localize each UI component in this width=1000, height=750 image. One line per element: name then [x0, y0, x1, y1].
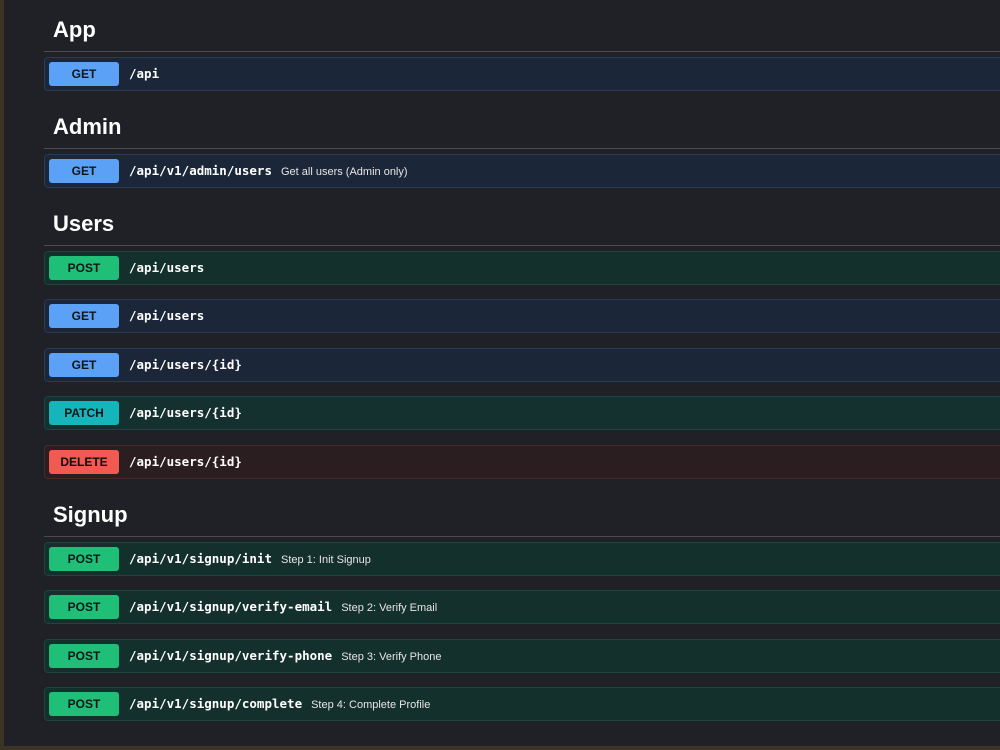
method-badge: POST	[49, 256, 119, 280]
method-badge: GET	[49, 353, 119, 377]
operation-path: /api/v1/signup/verify-email Step 2: Verif…	[129, 599, 438, 614]
section-header-app[interactable]: App	[44, 8, 1000, 52]
method-badge: PATCH	[49, 401, 119, 425]
section-header-users[interactable]: Users	[44, 201, 1000, 246]
operation-path: /api/users	[129, 260, 205, 275]
operation-path: /api/users/{id}	[129, 405, 242, 420]
section-title: Admin	[53, 114, 122, 139]
operation-delete-user-by-id[interactable]: DELETE /api/users/{id}	[44, 445, 1000, 479]
section-title: Signup	[53, 502, 128, 527]
operation-summary: Step 4: Complete Profile	[311, 699, 431, 711]
method-badge: DELETE	[49, 450, 119, 474]
method-badge: POST	[49, 644, 119, 668]
method-badge: POST	[49, 692, 119, 716]
method-badge: POST	[49, 547, 119, 571]
section-title: Users	[53, 211, 115, 236]
operation-summary: Step 1: Init Signup	[281, 554, 371, 566]
section-header-admin[interactable]: Admin	[44, 104, 1000, 149]
method-badge: GET	[49, 304, 119, 328]
operation-get-user-by-id[interactable]: GET /api/users/{id}	[44, 348, 1000, 382]
operation-path: /api/v1/signup/verify-phone Step 3: Verif…	[129, 648, 442, 663]
operation-post-signup-complete[interactable]: POST /api/v1/signup/complete Step 4: Comp…	[44, 687, 1000, 721]
method-badge: GET	[49, 159, 119, 183]
method-badge: GET	[49, 62, 119, 86]
operation-summary: Step 2: Verify Email	[341, 602, 438, 614]
operation-patch-user-by-id[interactable]: PATCH /api/users/{id}	[44, 396, 1000, 430]
operation-path: /api/users/{id}	[129, 357, 242, 372]
operation-get-users[interactable]: GET /api/users	[44, 299, 1000, 333]
operation-get-admin-users[interactable]: GET /api/v1/admin/users Get all users (Ad…	[44, 154, 1000, 188]
operation-post-signup-verify-phone[interactable]: POST /api/v1/signup/verify-phone Step 3: …	[44, 639, 1000, 673]
operation-summary: Get all users (Admin only)	[281, 166, 408, 178]
operation-post-signup-init[interactable]: POST /api/v1/signup/init Step 1: Init Sig…	[44, 542, 1000, 576]
method-badge: POST	[49, 595, 119, 619]
operation-post-users[interactable]: POST /api/users	[44, 251, 1000, 285]
operation-path: /api/v1/signup/complete Step 4: Complete …	[129, 696, 431, 711]
operation-path: /api	[129, 66, 160, 81]
operation-path: /api/v1/admin/users Get all users (Admin …	[129, 163, 408, 178]
operation-path: /api/users	[129, 308, 205, 323]
section-header-signup[interactable]: Signup	[44, 492, 1000, 537]
operation-post-signup-verify-email[interactable]: POST /api/v1/signup/verify-email Step 2: …	[44, 590, 1000, 624]
operation-path: /api/users/{id}	[129, 454, 242, 469]
operation-path: /api/v1/signup/init Step 1: Init Signup	[129, 551, 371, 566]
operation-summary: Step 3: Verify Phone	[341, 651, 442, 663]
operation-get-api[interactable]: GET /api	[44, 57, 1000, 91]
section-title: App	[53, 17, 96, 42]
